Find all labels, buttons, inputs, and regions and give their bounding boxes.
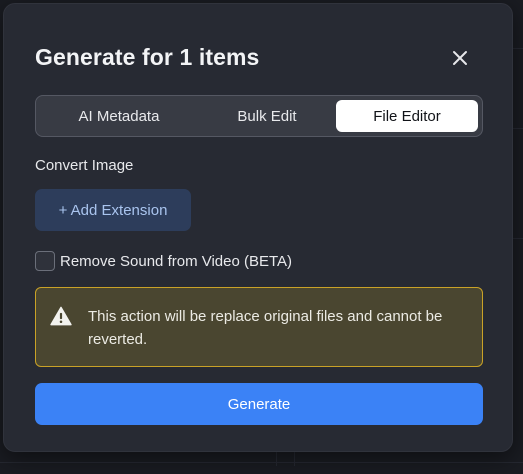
warning-banner: This action will be replace original fil… bbox=[35, 287, 483, 367]
remove-sound-checkbox[interactable] bbox=[35, 251, 55, 271]
remove-sound-label[interactable]: Remove Sound from Video (BETA) bbox=[60, 253, 292, 270]
generate-button[interactable]: Generate bbox=[35, 383, 483, 425]
background-divider bbox=[513, 48, 523, 49]
remove-sound-option: Remove Sound from Video (BETA) bbox=[35, 250, 292, 272]
tab-file-editor[interactable]: File Editor bbox=[336, 100, 478, 132]
close-button[interactable] bbox=[448, 46, 472, 70]
dialog-title: Generate for 1 items bbox=[35, 44, 260, 70]
background-divider bbox=[276, 452, 277, 466]
tab-bulk-edit[interactable]: Bulk Edit bbox=[198, 100, 336, 132]
background-divider bbox=[0, 462, 523, 463]
warning-text: This action will be replace original fil… bbox=[88, 308, 443, 348]
background-divider bbox=[294, 452, 295, 466]
warning-icon bbox=[50, 306, 72, 326]
generate-dialog: Generate for 1 items AI Metadata Bulk Ed… bbox=[3, 3, 513, 452]
background-divider bbox=[513, 128, 523, 129]
add-extension-button[interactable]: + Add Extension bbox=[35, 189, 191, 231]
tab-bar: AI Metadata Bulk Edit File Editor bbox=[35, 95, 483, 137]
tab-ai-metadata[interactable]: AI Metadata bbox=[40, 100, 198, 132]
background-divider bbox=[513, 238, 523, 239]
convert-image-label: Convert Image bbox=[35, 157, 134, 174]
close-icon bbox=[453, 51, 467, 65]
